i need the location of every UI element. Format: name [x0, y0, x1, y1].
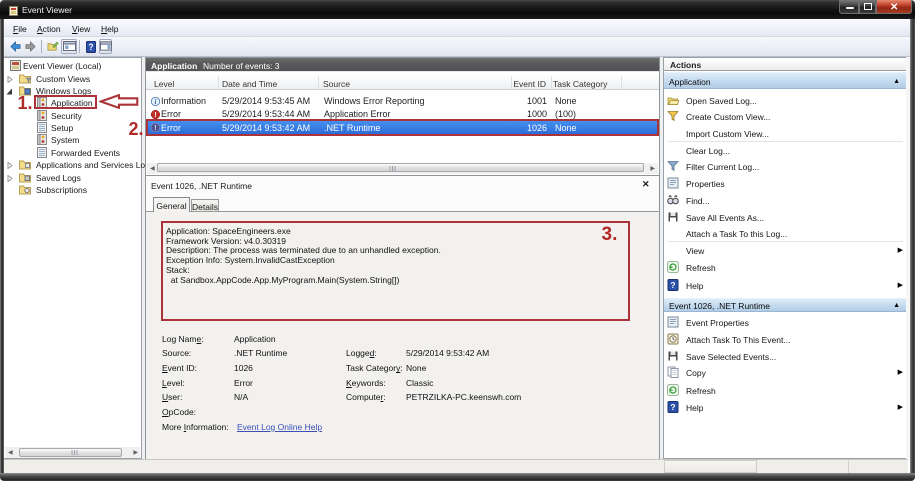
svg-text:?: ? — [670, 280, 675, 290]
svg-text:i: i — [155, 98, 157, 106]
svg-text:?: ? — [670, 402, 675, 412]
svg-text:?: ? — [88, 41, 93, 51]
